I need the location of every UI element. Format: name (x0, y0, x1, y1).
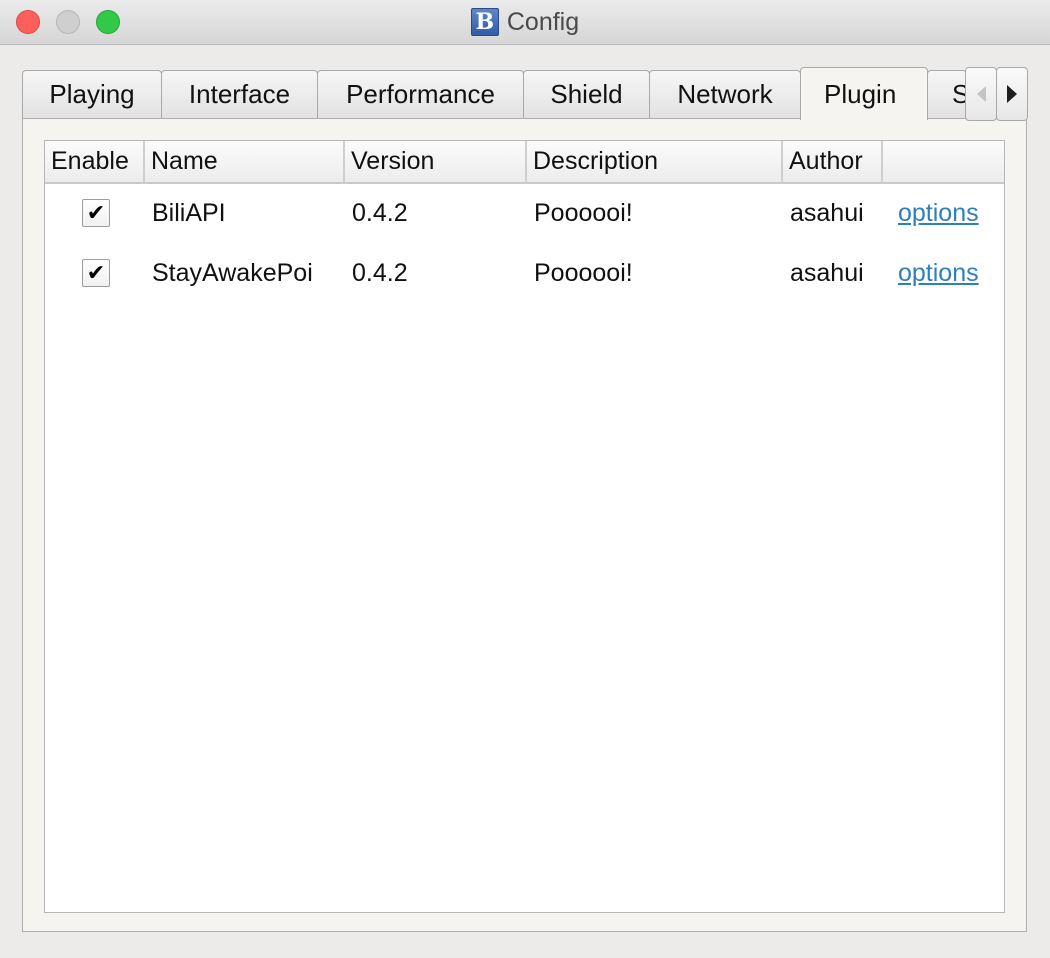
tab-interface[interactable]: Interface (161, 70, 318, 118)
checkmark-icon: ✔ (86, 200, 106, 225)
column-header-enable[interactable]: Enable (45, 141, 145, 182)
config-window: B Config Playing Interface Performance S… (0, 0, 1050, 958)
plugin-author: asahui (790, 259, 864, 287)
table-header: Enable Name Version Description Author (45, 141, 1004, 184)
tab-performance[interactable]: Performance (317, 70, 524, 118)
table-row[interactable]: ✔ BiliAPI 0.4.2 Poooooi! asahui options (45, 183, 1004, 243)
enable-checkbox[interactable]: ✔ (82, 259, 110, 287)
tab-playing[interactable]: Playing (22, 70, 162, 118)
plugin-version: 0.4.2 (352, 199, 408, 227)
tab-shield[interactable]: Shield (523, 70, 650, 118)
column-header-actions[interactable] (883, 141, 1004, 182)
title-bar[interactable]: B Config (0, 0, 1050, 45)
checkmark-icon: ✔ (86, 260, 106, 285)
table-row[interactable]: ✔ StayAwakePoi 0.4.2 Poooooi! asahui opt… (45, 243, 1004, 303)
window-title: Config (506, 7, 580, 36)
options-link[interactable]: options (898, 243, 998, 303)
options-link[interactable]: options (898, 183, 998, 243)
plugin-name: StayAwakePoi (152, 259, 313, 287)
app-icon: B (470, 8, 499, 36)
arrow-right-icon (1007, 85, 1017, 103)
plugin-description: Poooooi! (534, 199, 633, 227)
tab-scroll-right-button[interactable] (996, 67, 1028, 121)
column-header-description[interactable]: Description (527, 141, 783, 182)
plugin-version: 0.4.2 (352, 259, 408, 287)
plugin-table: Enable Name Version Description Author ✔… (44, 140, 1005, 913)
column-header-version[interactable]: Version (345, 141, 527, 182)
plugin-name: BiliAPI (152, 199, 226, 227)
plugin-description: Poooooi! (534, 259, 633, 287)
enable-checkbox[interactable]: ✔ (82, 199, 110, 227)
plugin-author: asahui (790, 199, 864, 227)
arrow-left-icon (976, 86, 986, 102)
window-title-group: B Config (0, 0, 1050, 44)
tab-overflow[interactable]: S (927, 70, 967, 118)
tab-network[interactable]: Network (649, 70, 801, 118)
column-header-author[interactable]: Author (783, 141, 883, 182)
tab-scroll-left-button[interactable] (965, 67, 997, 121)
tab-plugin[interactable]: Plugin (800, 67, 928, 120)
column-header-name[interactable]: Name (145, 141, 345, 182)
